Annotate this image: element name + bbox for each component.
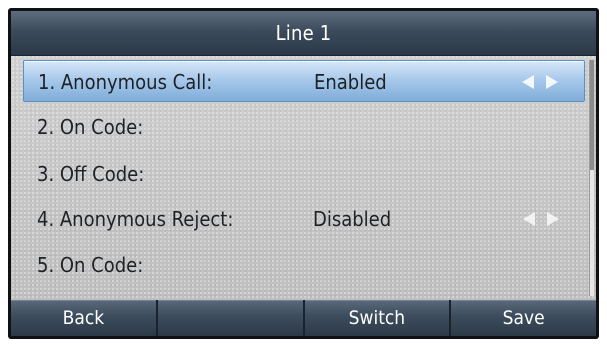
option-switch-arrows[interactable]: [523, 212, 563, 226]
phone-screen: Line 1 1. Anonymous Call: Enabled 2. On …: [11, 11, 596, 336]
setting-value: Disabled: [313, 207, 392, 231]
setting-label: 5. On Code:: [37, 253, 144, 277]
setting-value: Enabled: [314, 70, 387, 94]
switch-button[interactable]: Switch: [304, 300, 450, 336]
triangle-right-icon[interactable]: [546, 75, 558, 89]
setting-row-anonymous-reject[interactable]: 4. Anonymous Reject: Disabled: [23, 198, 585, 240]
triangle-left-icon[interactable]: [522, 75, 534, 89]
setting-row-on-code[interactable]: 2. On Code:: [23, 106, 585, 148]
scrollbar-thumb[interactable]: [590, 60, 594, 170]
blank-softkey[interactable]: [157, 300, 303, 336]
setting-row-anonymous-call[interactable]: 1. Anonymous Call: Enabled: [23, 60, 585, 102]
screen-title: Line 1: [275, 21, 332, 45]
setting-label: 3. Off Code:: [37, 162, 145, 186]
back-button[interactable]: Back: [11, 300, 156, 336]
save-button[interactable]: Save: [451, 300, 596, 336]
option-switch-arrows[interactable]: [522, 75, 562, 89]
triangle-right-icon[interactable]: [547, 212, 559, 226]
settings-list: 1. Anonymous Call: Enabled 2. On Code: 3…: [11, 56, 596, 300]
setting-label: 4. Anonymous Reject:: [37, 207, 234, 231]
softkey-bar: Back Switch Save: [11, 300, 596, 336]
setting-row-on-code-2[interactable]: 5. On Code:: [23, 244, 585, 286]
screen-title-bar: Line 1: [11, 11, 596, 56]
scrollbar[interactable]: [589, 60, 594, 296]
phone-display-bezel: Line 1 1. Anonymous Call: Enabled 2. On …: [8, 8, 599, 339]
triangle-left-icon[interactable]: [523, 212, 535, 226]
setting-label: 2. On Code:: [37, 115, 144, 139]
setting-label: 1. Anonymous Call:: [38, 70, 213, 94]
setting-row-off-code[interactable]: 3. Off Code:: [23, 153, 585, 195]
